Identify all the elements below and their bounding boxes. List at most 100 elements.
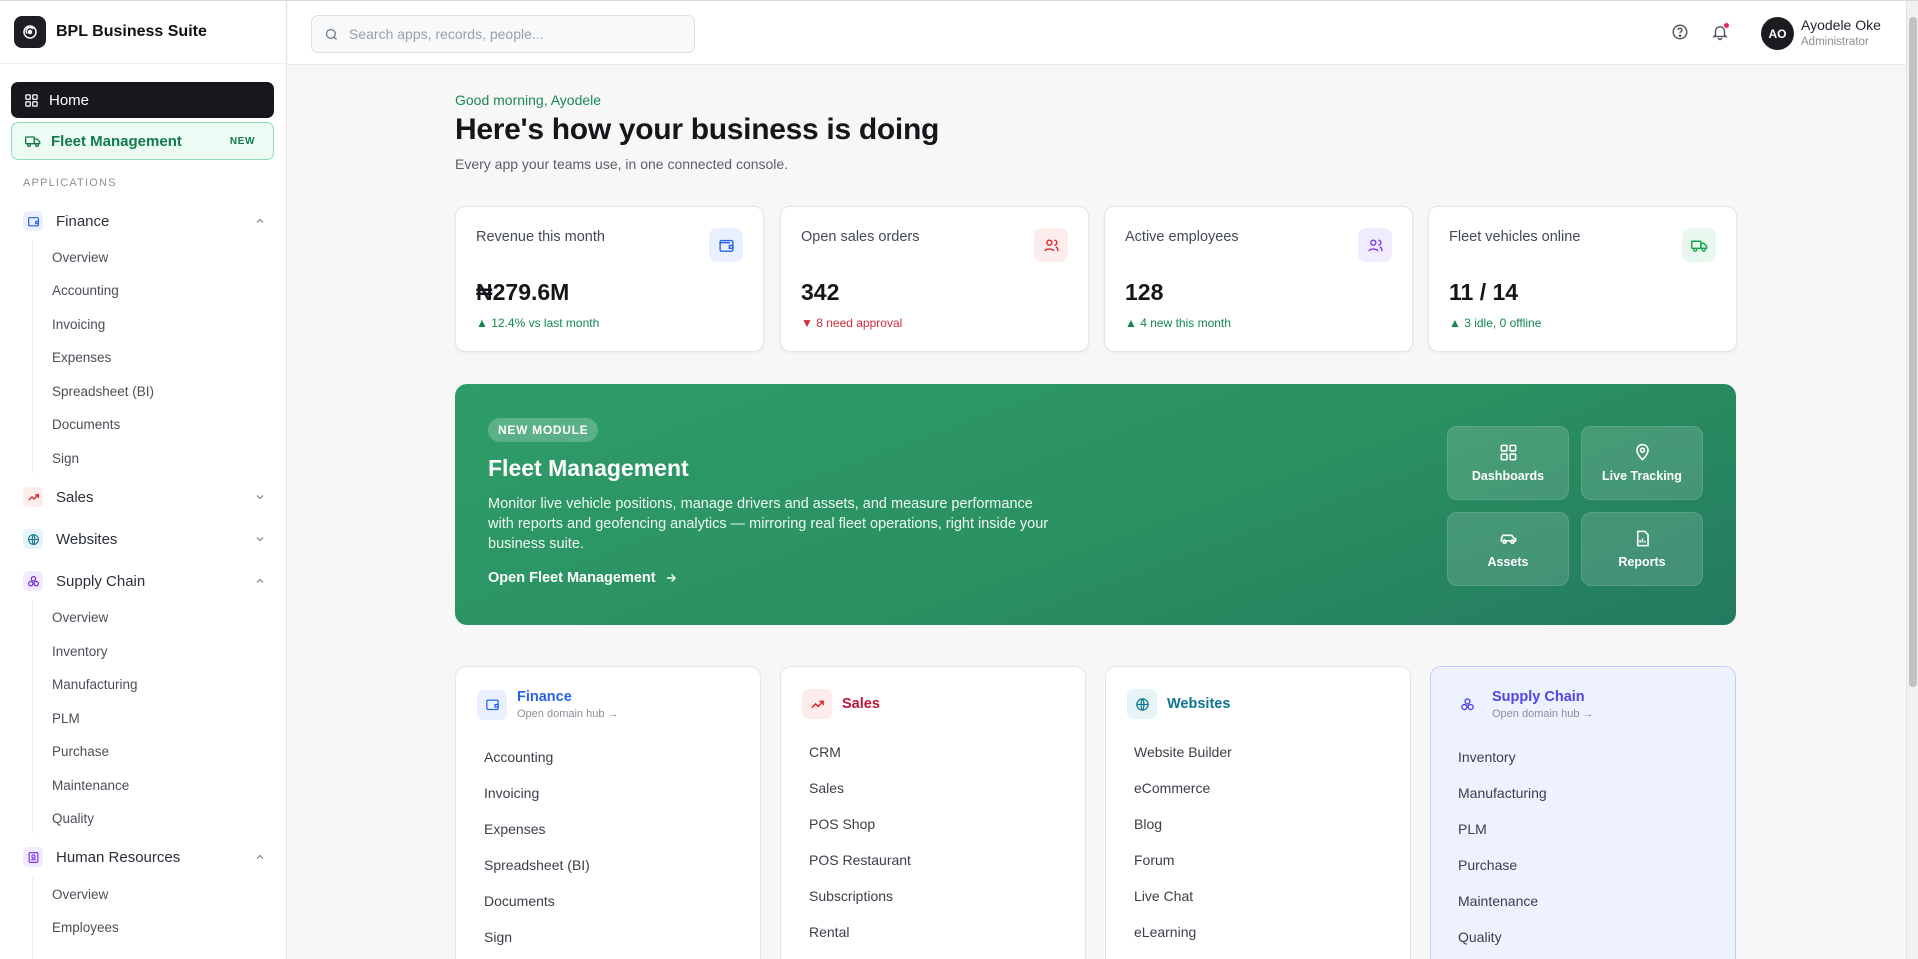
domain-header[interactable]: Finance Open domain hub → (477, 689, 619, 720)
tile-assets[interactable]: Assets (1447, 512, 1569, 586)
domain-app-item[interactable]: Live Chat (1134, 886, 1232, 922)
sidebar-subitem-manufacturing[interactable]: Manufacturing (52, 677, 138, 692)
sidebar-subitem-maintenance[interactable]: Maintenance (52, 778, 129, 793)
avatar[interactable]: AO (1761, 17, 1794, 50)
domain-app-item[interactable]: Maintenance (1458, 891, 1547, 927)
domain-app-item[interactable]: Website Builder (1134, 742, 1232, 778)
sidebar-item-home[interactable]: Home (11, 82, 274, 118)
report-icon (1636, 530, 1649, 547)
kpi-delta: ▲ 4 new this month (1125, 316, 1231, 330)
domain-hub-link[interactable]: Open domain hub → (1492, 708, 1594, 720)
domain-name: Supply Chain (1492, 689, 1585, 705)
user-name[interactable]: Ayodele Oke (1801, 17, 1881, 33)
search-input[interactable] (349, 26, 679, 42)
tile-label: Live Tracking (1602, 469, 1682, 483)
kpi-card-sales-orders[interactable]: Open sales orders 342 ▼ 8 need approval (780, 206, 1089, 352)
chevron-down-icon (256, 495, 264, 500)
open-fleet-link[interactable]: Open Fleet Management (488, 570, 678, 586)
sidebar-subitem-inventory[interactable]: Inventory (52, 644, 108, 659)
sidebar-group-human-resources[interactable]: Human Resources (23, 844, 266, 870)
domain-app-item[interactable]: POS Restaurant (809, 850, 911, 886)
domain-header[interactable]: Websites (1127, 689, 1230, 719)
app-window: BPL Business Suite Home Fleet Management… (0, 0, 1918, 959)
sidebar-group-websites[interactable]: Websites (23, 526, 266, 552)
search-box[interactable] (311, 15, 695, 53)
domain-card-sales[interactable]: Sales CRM Sales POS Shop POS Restaurant … (780, 666, 1086, 959)
scrollbar-thumb[interactable] (1909, 17, 1917, 687)
kpi-delta: ▼ 8 need approval (801, 316, 903, 330)
domain-app-item[interactable]: Forum (1134, 850, 1232, 886)
domain-app-item[interactable]: Manufacturing (1458, 783, 1547, 819)
new-badge: NEW (229, 135, 255, 147)
domain-app-item[interactable]: Inventory (1458, 747, 1547, 783)
sidebar-subitem-accounting[interactable]: Accounting (52, 283, 119, 298)
domain-app-item[interactable]: PLM (1458, 819, 1547, 855)
sidebar-subitem-quality[interactable]: Quality (52, 811, 94, 826)
domain-card-finance[interactable]: Finance Open domain hub → Accounting Invo… (455, 666, 761, 959)
domain-app-item[interactable]: Invoicing (484, 783, 590, 819)
sidebar-subitem-employees[interactable]: Employees (52, 920, 119, 935)
kpi-card-revenue[interactable]: Revenue this month ₦279.6M ▲ 12.4% vs la… (455, 206, 764, 352)
sidebar-subitem-purchase[interactable]: Purchase (52, 744, 109, 759)
notifications-button[interactable] (1711, 22, 1730, 41)
scrollbar[interactable] (1906, 1, 1918, 959)
sidebar-subitem-expenses[interactable]: Expenses (52, 350, 111, 365)
domain-name: Sales (842, 696, 880, 712)
help-button[interactable] (1671, 23, 1689, 41)
sidebar-subitem-invoicing[interactable]: Invoicing (52, 317, 105, 332)
domain-app-item[interactable]: Blog (1134, 814, 1232, 850)
tile-reports[interactable]: Reports (1581, 512, 1703, 586)
sidebar-subitem-overview[interactable]: Overview (52, 250, 108, 265)
domain-app-item[interactable]: CRM (809, 742, 911, 778)
arrow-right-icon (666, 574, 676, 582)
domain-app-item[interactable]: eLearning (1134, 922, 1232, 958)
sidebar-group-sales[interactable]: Sales (23, 484, 266, 510)
kpi-card-employees[interactable]: Active employees 128 ▲ 4 new this month (1104, 206, 1413, 352)
domain-app-item[interactable]: Documents (484, 891, 590, 927)
sidebar-subitem-plm[interactable]: PLM (52, 711, 80, 726)
sidebar-subitem-sign[interactable]: Sign (52, 451, 79, 466)
sidebar-group-label: Finance (56, 212, 110, 230)
domain-app-item[interactable]: Quality (1458, 927, 1547, 959)
domain-app-item[interactable]: Accounting (484, 747, 590, 783)
dashboard-icon (1500, 444, 1516, 461)
sidebar-subitem-overview[interactable]: Overview (52, 610, 108, 625)
domain-app-item[interactable]: Sales (809, 778, 911, 814)
sidebar-group-supply-chain[interactable]: Supply Chain (23, 568, 266, 594)
domain-header[interactable]: Supply Chain Open domain hub → (1452, 689, 1594, 720)
kpi-delta: ▲ 3 idle, 0 offline (1449, 316, 1542, 330)
domain-app-item[interactable]: Subscriptions (809, 886, 911, 922)
help-icon (1672, 24, 1688, 40)
kpi-value: ₦279.6M (476, 279, 570, 305)
sidebar-item-label: Home (49, 91, 90, 109)
kpi-card-fleet[interactable]: Fleet vehicles online 11 / 14 ▲ 3 idle, … (1428, 206, 1737, 352)
kpi-label: Fleet vehicles online (1449, 229, 1581, 245)
sidebar-subitem-overview[interactable]: Overview (52, 887, 108, 902)
sidebar-subitem-spreadsheet[interactable]: Spreadsheet (BI) (52, 384, 154, 399)
domain-hub-link[interactable]: Open domain hub → (517, 708, 619, 720)
domain-app-item[interactable]: Spreadsheet (BI) (484, 855, 590, 891)
user-role: Administrator (1801, 36, 1869, 48)
domain-app-item[interactable]: Rental (809, 922, 911, 958)
domain-app-item[interactable]: eCommerce (1134, 778, 1232, 814)
brand[interactable]: BPL Business Suite (0, 1, 286, 64)
sidebar-item-fleet-management[interactable]: Fleet Management NEW (11, 122, 274, 160)
tile-dashboards[interactable]: Dashboards (1447, 426, 1569, 500)
domain-app-item[interactable]: POS Shop (809, 814, 911, 850)
sidebar-group-label: Websites (56, 530, 118, 548)
tile-live-tracking[interactable]: Live Tracking (1581, 426, 1703, 500)
domain-app-item[interactable]: Expenses (484, 819, 590, 855)
domain-app-list: Inventory Manufacturing PLM Purchase Mai… (1458, 747, 1547, 959)
domain-app-item[interactable]: Purchase (1458, 855, 1547, 891)
top-bar: AO Ayodele Oke Administrator (288, 1, 1906, 65)
sidebar-group-finance[interactable]: Finance (23, 208, 266, 234)
domain-card-supply-chain[interactable]: Supply Chain Open domain hub → Inventory … (1430, 666, 1736, 959)
banner-title: Fleet Management (488, 455, 689, 481)
domain-card-websites[interactable]: Websites Website Builder eCommerce Blog … (1105, 666, 1411, 959)
chevron-down-icon (256, 537, 264, 542)
domain-app-item[interactable]: Sign (484, 927, 590, 959)
sidebar-subitem-documents[interactable]: Documents (52, 417, 120, 432)
domain-header[interactable]: Sales (802, 689, 880, 719)
boxes-icon (1452, 690, 1482, 720)
fleet-banner: NEW MODULE Fleet Management Monitor live… (455, 384, 1736, 625)
